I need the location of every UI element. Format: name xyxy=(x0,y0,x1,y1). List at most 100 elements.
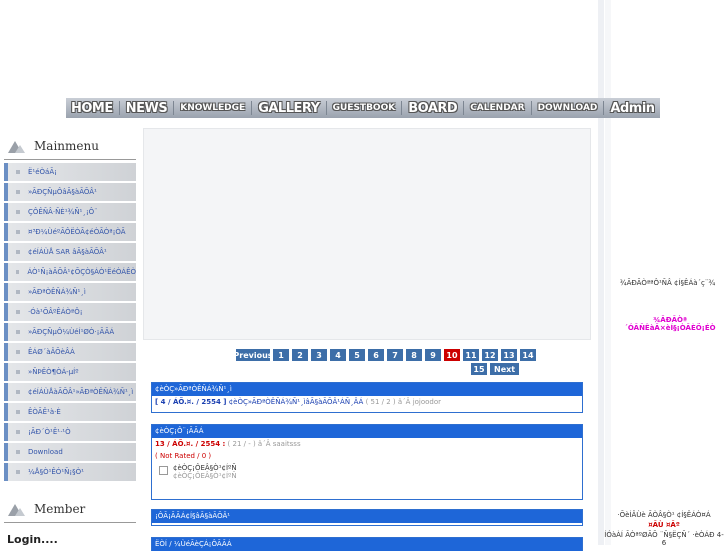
bullet-icon xyxy=(16,430,20,434)
sidebar-item[interactable]: ¤³Ð¼ÙéºÃÔËÒÃ¢éÒÃÒª¡ÒÃ xyxy=(4,223,136,241)
page-2[interactable]: 2 xyxy=(292,349,308,361)
nav-board[interactable]: BOARD xyxy=(403,101,462,116)
sidebar-item[interactable]: ¢éÍÁÙÅ SAR âÃ§àÃÕÂ¹ xyxy=(4,243,136,261)
activity-item-title: ¢èÒÇ¡ÔEÂ§Ò¹¢ÍºÑ xyxy=(173,464,237,472)
activity-board-title: ¢èÒÇ¡Ô¨¡ÃÃÁ xyxy=(152,425,582,438)
right-text-3a: ·ÕèÍÂÙè ÃÒÂ§Ò¹ ¢Í§ÊÁÒ¤Á xyxy=(617,511,711,519)
news-board-title: ¢èÒÇ»ÃÐªÒÊÑÁ¾Ñ¹¸ì xyxy=(152,383,582,396)
sidebar-item[interactable]: ÇÔÊÑÂ·ÑÈ¹¾Ñ¹¸¡Ô¨ xyxy=(4,203,136,221)
right-divider xyxy=(598,0,604,545)
mainmenu-header: Mainmenu xyxy=(4,137,136,160)
bullet-icon xyxy=(16,450,20,454)
sidebar-menu: Ë¹éÒáÃ¡ »ÃÐÇÑµÔâÃ§àÃÕÂ¹ ÇÔÊÑÂ·ÑÈ¹¾Ñ¹¸¡Ô¨… xyxy=(4,163,136,483)
sidebar-item[interactable]: ¡ÃÐ´Ò¹Ê¹·¹Ò xyxy=(4,423,136,441)
nav-download[interactable]: DOWNLOAD xyxy=(533,103,603,113)
bullet-icon xyxy=(16,190,20,194)
sidebar-item[interactable]: »ÃÐÇÑµÔâÃ§àÃÕÂ¹ xyxy=(4,183,136,201)
sidebar-item[interactable]: »ÑÞËÒ¶ÒÁ-µÍº xyxy=(4,363,136,381)
activity-item-text: ¢èÒÇ¡ÔEÂ§Ò¹¢ÍºÑ ¢èÒÇ¡ÔEÂ§Ò¹¢ÍºÑ xyxy=(173,464,237,480)
sidebar-item[interactable]: »ÃÐÇÑµÔ¼ÙéÍ¹ØÒ·¡ÃÃÁ xyxy=(4,323,136,341)
activity-meta: ( 21 / - ) â´Â saaitsss xyxy=(227,440,301,448)
page-8[interactable]: 8 xyxy=(406,349,422,361)
sidebar-item[interactable]: ¢éÍÁÙÅàÃÕÂ¹»ÃÐªÒÊÑÁ¾Ñ¹¸ì xyxy=(4,383,136,401)
bullet-icon xyxy=(16,290,20,294)
bullet-icon xyxy=(16,410,20,414)
page-9[interactable]: 9 xyxy=(425,349,441,361)
nav-gallery[interactable]: GALLERY xyxy=(253,101,324,116)
nav-separator xyxy=(118,101,120,115)
news-meta: ( 51 / 2 ) â´Â jojoodor xyxy=(365,398,442,406)
news-date: [ 4 / ÁÕ.¤. / 2554 ] xyxy=(155,398,227,406)
nav-separator xyxy=(251,101,253,115)
page-14[interactable]: 14 xyxy=(520,349,536,361)
bullet-icon xyxy=(16,470,20,474)
activity-board: ¢èÒÇ¡Ô¨¡ÃÃÁ 13 / ÁÕ.¤. / 2554 : ( 21 / -… xyxy=(151,424,583,500)
bullet-icon xyxy=(16,250,20,254)
pagination-row-2: 15 Next xyxy=(236,363,536,375)
bullet-icon xyxy=(16,310,20,314)
activity-item-sub: ¢èÒÇ¡ÔEÂ§Ò¹¢ÍºÑ xyxy=(173,472,237,480)
nav-home[interactable]: HOME xyxy=(66,101,118,116)
login-label[interactable]: Login.... xyxy=(7,533,58,546)
sidebar-item[interactable]: ·Óà¹ÕÂºÊÁÒªÔ¡ xyxy=(4,303,136,321)
nav-knowledge[interactable]: KNOWLEDGE xyxy=(175,103,250,113)
page-11[interactable]: 11 xyxy=(463,349,479,361)
right-text-1: ¾ÃÐÃÒªªÔ¹ÑÂ ¢Í§ÊÁà´ç¨¾ xyxy=(619,279,716,287)
page-15[interactable]: 15 xyxy=(471,363,487,375)
bullet-icon xyxy=(16,230,20,234)
image-icon xyxy=(159,466,168,475)
right-text-2[interactable]: ¾ÃÐÃÒª´ÓÃÑÊàÃ×èÍ§¡ÒÃÈÖ¡ÉÒ xyxy=(615,316,725,332)
page-5[interactable]: 5 xyxy=(349,349,365,361)
right-text-3b: ¤ÃÙ ¤Ãº xyxy=(648,521,680,529)
previous-button[interactable]: Previous xyxy=(233,349,273,361)
nav-separator xyxy=(463,101,465,115)
nav-calendar[interactable]: CALENDAR xyxy=(465,103,529,113)
school-activity-board-title: ¡ÔÃ¡ÃÃÁ¢Í§âÃ§àÃÕÂ¹ xyxy=(152,510,582,523)
page-10-current[interactable]: 10 xyxy=(444,349,460,361)
member-header: Member xyxy=(4,500,136,523)
page-12[interactable]: 12 xyxy=(482,349,498,361)
page-6[interactable]: 6 xyxy=(368,349,384,361)
nav-admin[interactable]: Admin xyxy=(605,101,659,116)
nav-separator xyxy=(173,101,175,115)
sidebar-item[interactable]: ¼Å§Ò¹ÊÓ¹Ñ¡§Ò¹ xyxy=(4,463,136,481)
bullet-icon xyxy=(16,370,20,374)
bullet-icon xyxy=(16,170,20,174)
member-title: Member xyxy=(34,502,86,516)
mountain-icon-small xyxy=(15,145,25,153)
sidebar-item[interactable]: ÊÒÃÊ¹à·È xyxy=(4,403,136,421)
content-area xyxy=(143,128,591,340)
nav-separator xyxy=(603,101,605,115)
nav-news[interactable]: NEWS xyxy=(121,101,172,116)
activity-board-row: 13 / ÁÕ.¤. / 2554 : ( 21 / - ) â´Â saait… xyxy=(152,438,582,450)
bullet-icon xyxy=(16,270,20,274)
pagination: Previous 1 2 3 4 5 6 7 8 9 10 11 12 13 1… xyxy=(233,349,536,377)
sidebar-item[interactable]: »ÃÐªÒÊÑÁ¾Ñ¹¸ì xyxy=(4,283,136,301)
sidebar-item[interactable]: ÁÒ¹Ñ¡àÃÕÂ¹¢ÕÇÒ§ÁÒ¹ËéÒÁÊÒ xyxy=(4,263,136,281)
page-7[interactable]: 7 xyxy=(387,349,403,361)
bullet-icon xyxy=(16,390,20,394)
activity-rating: ( Not Rated / 0 ) xyxy=(155,452,212,460)
bullet-icon xyxy=(16,210,20,214)
right-divider-2 xyxy=(605,0,611,545)
nav-guestbook[interactable]: GUESTBOOK xyxy=(328,103,401,113)
sidebar-item[interactable]: Ë¹éÒáÃ¡ xyxy=(4,163,136,181)
sidebar-item[interactable]: ÊÁØ´àÂÕèÂÁ xyxy=(4,343,136,361)
page-4[interactable]: 4 xyxy=(330,349,346,361)
nav-separator xyxy=(325,101,327,115)
page-1[interactable]: 1 xyxy=(273,349,289,361)
bullet-icon xyxy=(16,350,20,354)
extra-board: ËÒÍ / ¼ÙéÃèÇÁ¡ÔÃÃÁ xyxy=(151,537,583,551)
sidebar-item[interactable]: Download xyxy=(4,443,136,461)
next-button[interactable]: Next xyxy=(490,363,520,375)
activity-item[interactable]: ¢èÒÇ¡ÔEÂ§Ò¹¢ÍºÑ ¢èÒÇ¡ÔEÂ§Ò¹¢ÍºÑ xyxy=(152,462,582,482)
nav-separator xyxy=(530,101,532,115)
pagination-row: Previous 1 2 3 4 5 6 7 8 9 10 11 12 13 1… xyxy=(233,349,536,361)
news-subject-link[interactable]: ¢èÒÇ»ÃÐªÒÊÑÁ¾Ñ¹¸ìâÃ§àÃÕÂ¹ÁÑ¸ÂÁ xyxy=(229,398,364,406)
bullet-icon xyxy=(16,330,20,334)
activity-date: 13 / ÁÕ.¤. / 2554 : xyxy=(155,440,226,448)
page-13[interactable]: 13 xyxy=(501,349,517,361)
news-board-row: [ 4 / ÁÕ.¤. / 2554 ] ¢èÒÇ»ÃÐªÒÊÑÁ¾Ñ¹¸ìâÃ… xyxy=(152,396,582,408)
page-3[interactable]: 3 xyxy=(311,349,327,361)
school-activity-board: ¡ÔÃ¡ÃÃÁ¢Í§âÃ§àÃÕÂ¹ xyxy=(151,509,583,526)
